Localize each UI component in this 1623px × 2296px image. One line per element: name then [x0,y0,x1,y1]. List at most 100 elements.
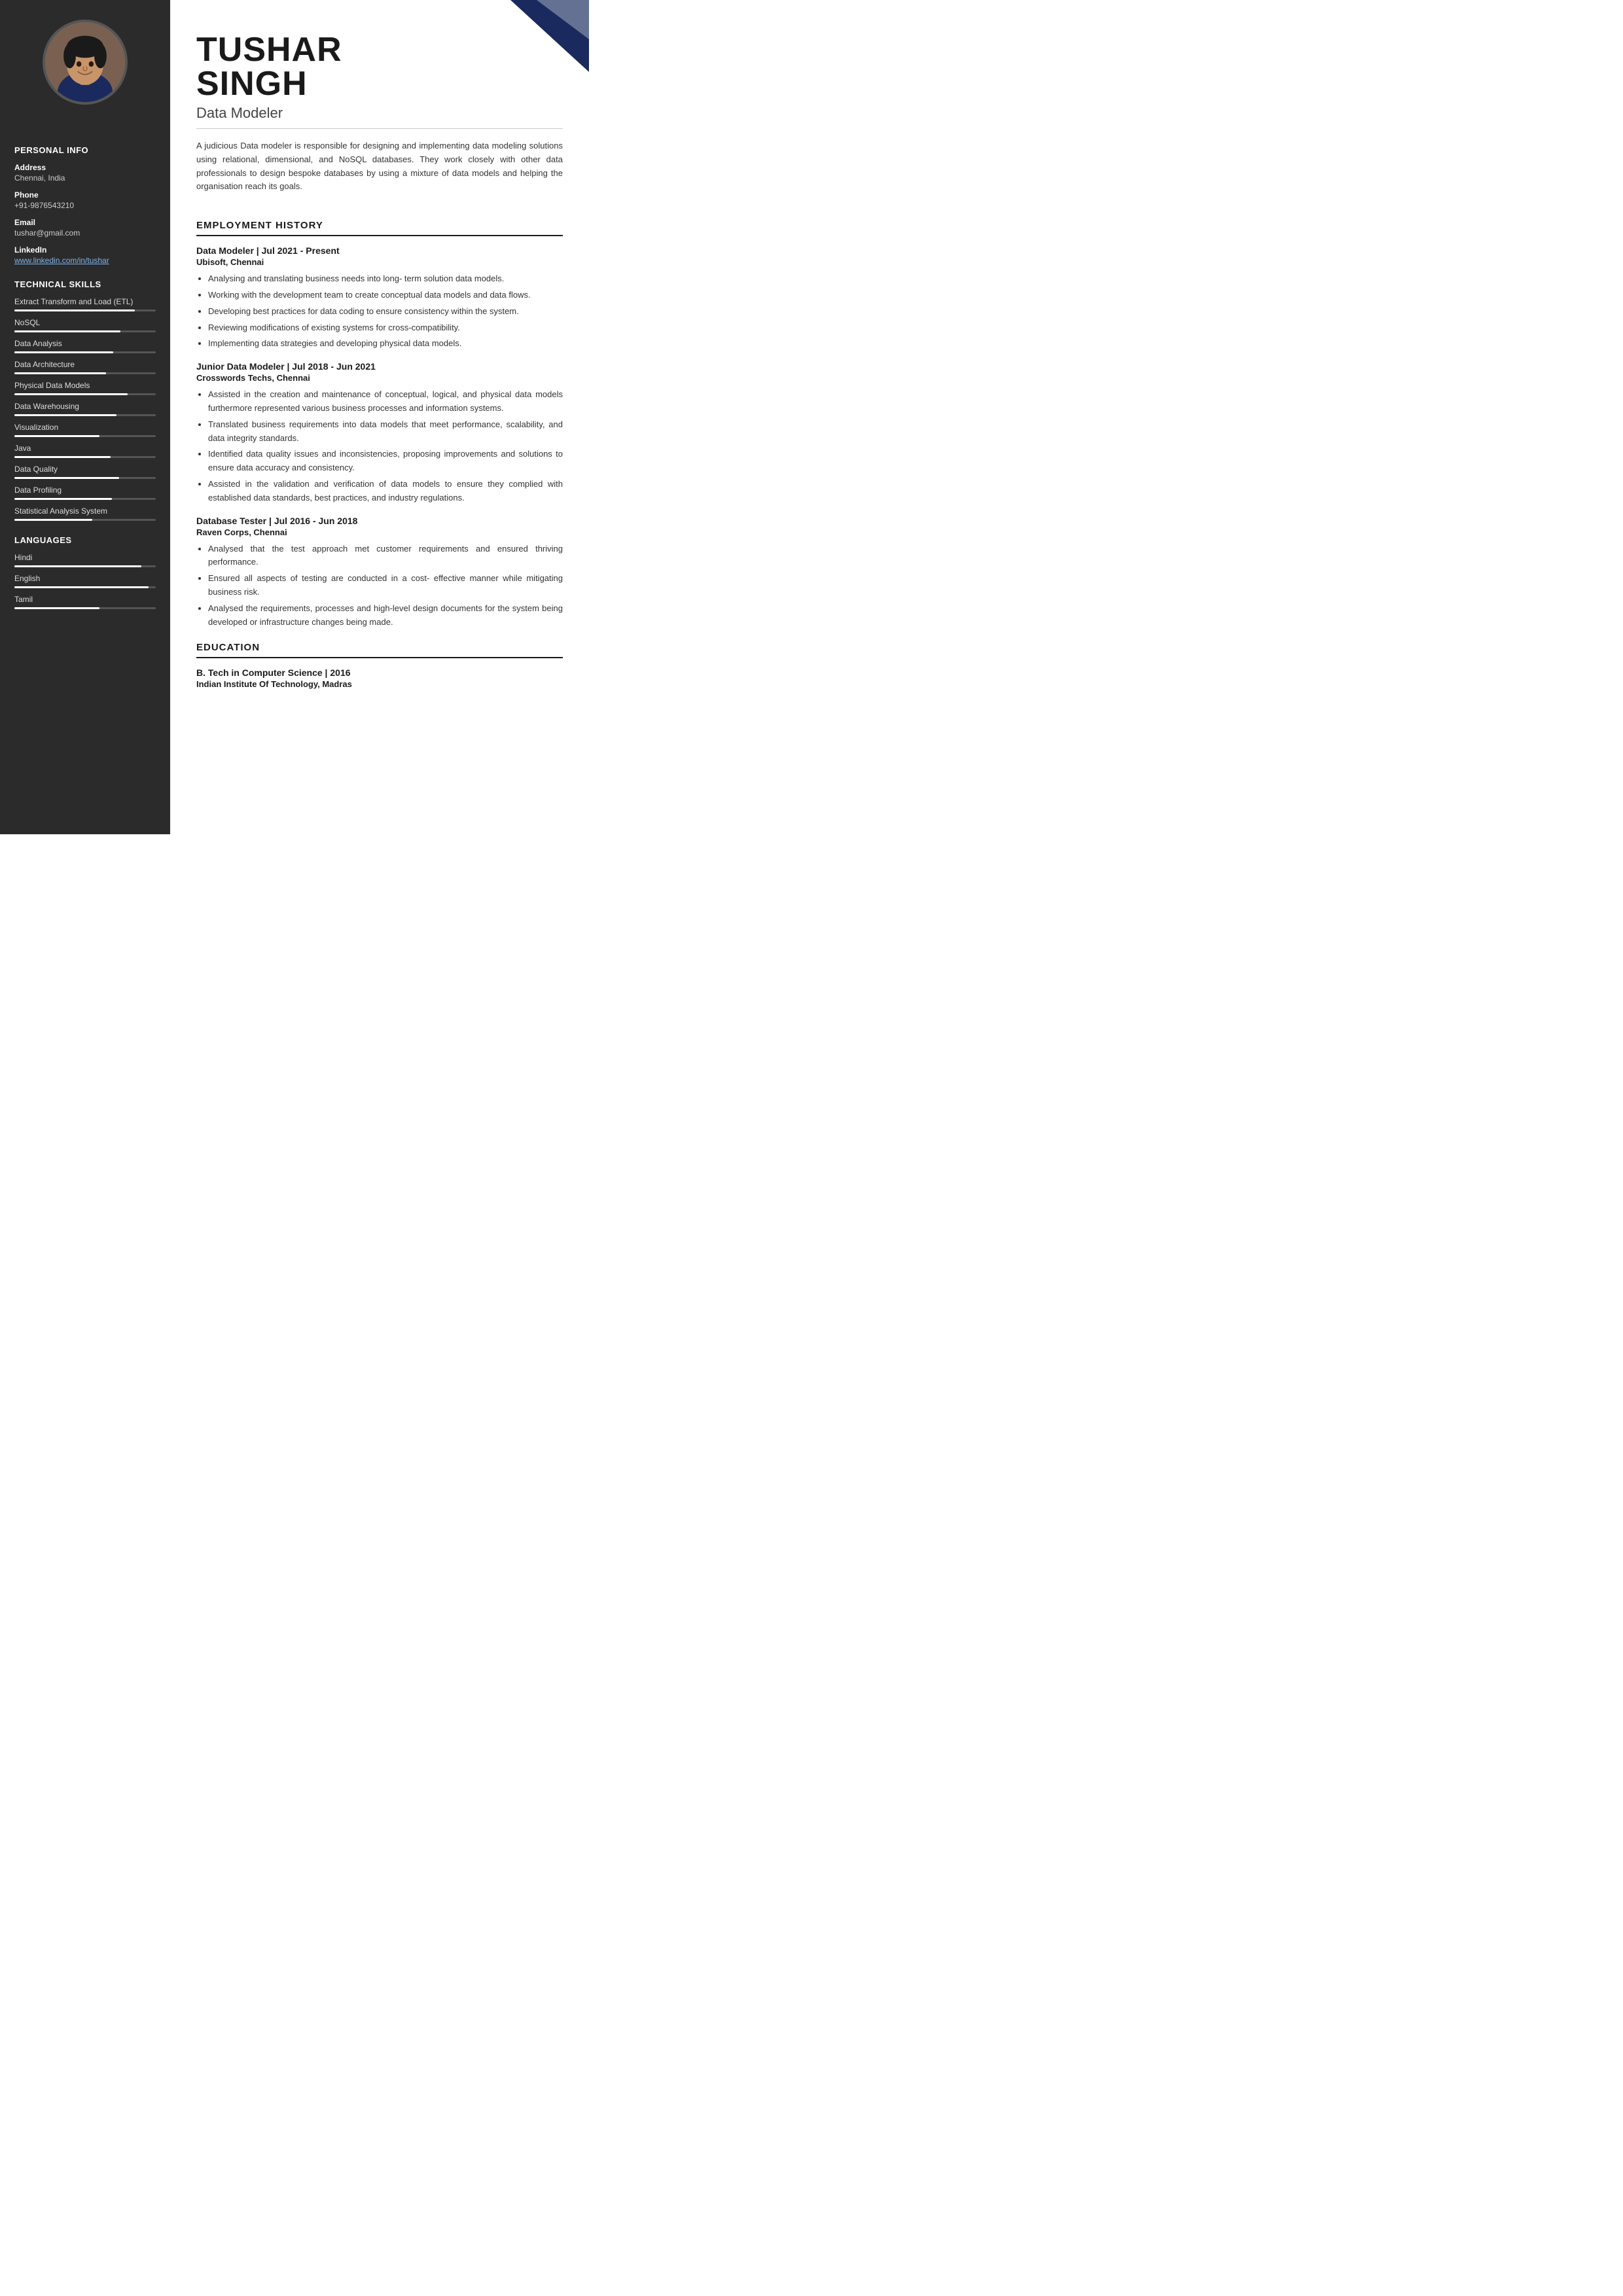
linkedin-value: www.linkedin.com/in/tushar [14,256,156,265]
edu-school: Indian Institute Of Technology, Madras [196,679,563,689]
skill-bar-fill [14,351,113,353]
skill-bar-bg [14,498,156,500]
lang-bar-fill [14,607,99,609]
skill-name: Java [14,444,156,453]
skill-name: Extract Transform and Load (ETL) [14,297,156,306]
skill-name: NoSQL [14,318,156,327]
education-heading: EDUCATION [196,642,563,653]
bullet-item: Working with the development team to cre… [208,289,563,302]
bullet-item: Translated business requirements into da… [208,418,563,446]
lang-bar-bg [14,586,156,588]
address-label: Address [14,163,156,172]
job-bullets: Assisted in the creation and maintenance… [196,388,563,504]
skill-item: NoSQL [14,318,156,332]
phone-block: Phone +91-9876543210 [14,190,156,210]
education-divider [196,657,563,658]
employment-divider [196,235,563,236]
main-header: TUSHAR SINGH Data Modeler A judicious Da… [170,0,589,207]
job-entry: Data Modeler | Jul 2021 - Present Ubisof… [196,245,563,351]
header-decoration [458,0,589,72]
skill-bar-bg [14,519,156,521]
phone-label: Phone [14,190,156,200]
sidebar-content: PERSONAL INFO Address Chennai, India Pho… [0,118,170,609]
header-divider [196,128,563,129]
skill-bar-fill [14,330,120,332]
linkedin-block: LinkedIn www.linkedin.com/in/tushar [14,245,156,265]
job-entry: Junior Data Modeler | Jul 2018 - Jun 202… [196,361,563,504]
skill-item: Data Profiling [14,486,156,500]
skill-bar-bg [14,414,156,416]
lang-bar-bg [14,607,156,609]
job-company: Ubisoft, Chennai [196,257,563,267]
skill-bar-bg [14,309,156,311]
skill-name: Physical Data Models [14,381,156,390]
personal-info-title: PERSONAL INFO [14,145,156,155]
bullet-item: Analysed that the test approach met cust… [208,542,563,570]
skill-bar-bg [14,435,156,437]
address-value: Chennai, India [14,173,156,183]
employment-heading: EMPLOYMENT HISTORY [196,220,563,231]
job-role: Database Tester | Jul 2016 - Jun 2018 [196,516,563,526]
email-value: tushar@gmail.com [14,228,156,238]
skill-bar-fill [14,519,92,521]
job-bullets: Analysed that the test approach met cust… [196,542,563,629]
bullet-item: Implementing data strategies and develop… [208,337,563,351]
skill-name: Statistical Analysis System [14,506,156,516]
skill-bar-fill [14,435,99,437]
education-list: B. Tech in Computer Science | 2016 India… [196,667,563,689]
main-body: EMPLOYMENT HISTORY Data Modeler | Jul 20… [170,220,589,715]
skill-name: Visualization [14,423,156,432]
linkedin-link[interactable]: www.linkedin.com/in/tushar [14,256,109,265]
skill-bar-bg [14,330,156,332]
email-label: Email [14,218,156,227]
skill-item: Statistical Analysis System [14,506,156,521]
skill-item: Data Warehousing [14,402,156,416]
skill-name: Data Profiling [14,486,156,495]
skill-bar-fill [14,309,135,311]
skill-item: Data Analysis [14,339,156,353]
bullet-item: Analysing and translating business needs… [208,272,563,286]
linkedin-label: LinkedIn [14,245,156,255]
bullet-item: Identified data quality issues and incon… [208,448,563,475]
language-name: English [14,574,156,583]
lang-bar-bg [14,565,156,567]
skill-item: Extract Transform and Load (ETL) [14,297,156,311]
job-role: Data Modeler | Jul 2021 - Present [196,245,563,256]
job-company: Raven Corps, Chennai [196,527,563,537]
skill-item: Data Architecture [14,360,156,374]
language-item: Hindi [14,553,156,567]
email-block: Email tushar@gmail.com [14,218,156,238]
skill-bar-fill [14,477,119,479]
skill-name: Data Architecture [14,360,156,369]
job-entry: Database Tester | Jul 2016 - Jun 2018 Ra… [196,516,563,629]
jobs-list: Data Modeler | Jul 2021 - Present Ubisof… [196,245,563,629]
skill-bar-fill [14,498,112,500]
skill-bar-bg [14,477,156,479]
skill-bar-fill [14,414,116,416]
language-item: English [14,574,156,588]
language-name: Tamil [14,595,156,604]
skill-bar-bg [14,456,156,458]
bullet-item: Developing best practices for data codin… [208,305,563,319]
skill-bar-fill [14,393,128,395]
sidebar: PERSONAL INFO Address Chennai, India Pho… [0,0,170,834]
skill-bar-bg [14,351,156,353]
skill-bar-fill [14,456,111,458]
languages-title: LANGUAGES [14,535,156,545]
main-content: TUSHAR SINGH Data Modeler A judicious Da… [170,0,589,834]
job-company: Crosswords Techs, Chennai [196,373,563,383]
lang-bar-fill [14,565,141,567]
bullet-item: Reviewing modifications of existing syst… [208,321,563,335]
language-name: Hindi [14,553,156,562]
skill-item: Physical Data Models [14,381,156,395]
job-bullets: Analysing and translating business needs… [196,272,563,351]
skill-bar-bg [14,372,156,374]
skill-item: Visualization [14,423,156,437]
bullet-item: Ensured all aspects of testing are condu… [208,572,563,599]
skill-name: Data Quality [14,465,156,474]
bullet-item: Analysed the requirements, processes and… [208,602,563,629]
technical-skills-title: TECHNICAL SKILLS [14,279,156,289]
job-title: Data Modeler [196,105,563,122]
skills-list: Extract Transform and Load (ETL) NoSQL D… [14,297,156,521]
skill-item: Data Quality [14,465,156,479]
